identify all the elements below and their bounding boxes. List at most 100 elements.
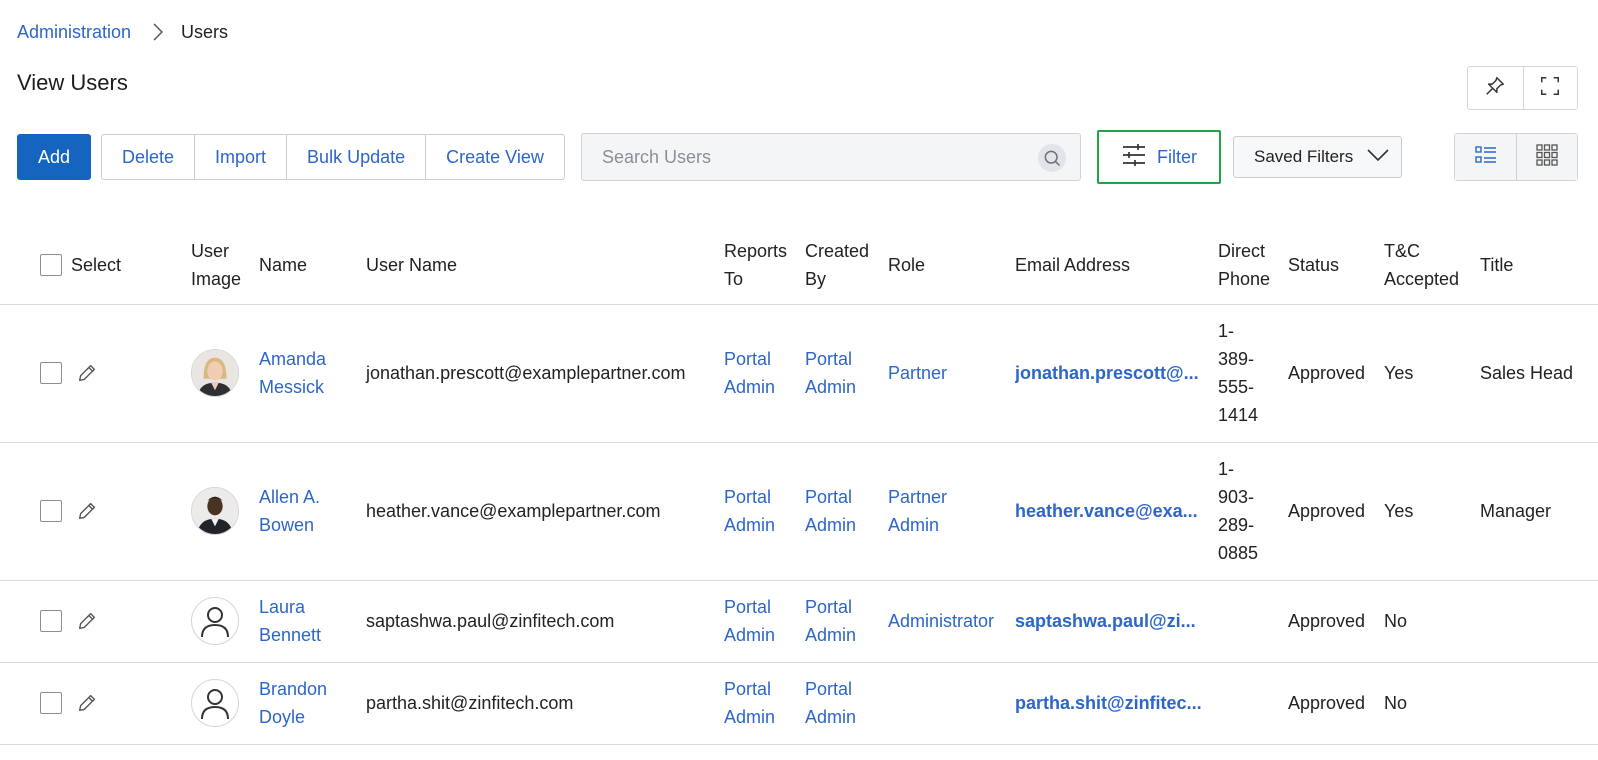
delete-button[interactable]: Delete [102, 135, 194, 179]
header-direct-phone: Direct Phone [1218, 226, 1288, 305]
edit-pencil-icon[interactable] [76, 692, 98, 714]
cell-tc-accepted: No [1384, 580, 1480, 663]
email-link[interactable]: saptashwa.paul@zi... [1015, 607, 1203, 635]
cell-title [1480, 662, 1598, 745]
view-mode-toggle [1454, 133, 1578, 181]
created-by-link[interactable]: Portal Admin [805, 597, 856, 645]
select-all-checkbox[interactable] [40, 253, 62, 276]
cell-direct-phone: 1- 389- 555- 1414 [1218, 304, 1288, 443]
email-link[interactable]: partha.shit@zinfitec... [1015, 689, 1203, 717]
edit-pencil-icon[interactable] [76, 500, 98, 522]
header-title: Title [1480, 226, 1598, 305]
cell-tc-accepted: No [1384, 662, 1480, 745]
search-input[interactable] [582, 134, 1012, 180]
created-by-link[interactable]: Portal Admin [805, 679, 856, 727]
chevron-right-icon [153, 23, 164, 41]
page-title: View Users [17, 70, 128, 95]
search-box [581, 133, 1081, 181]
pin-button[interactable] [1468, 67, 1523, 109]
header-user-name: User Name [366, 226, 724, 305]
edit-pencil-icon[interactable] [76, 362, 98, 384]
table-row: Amanda Messick jonathan.prescott@examplep… [0, 304, 1598, 443]
row-checkbox[interactable] [40, 692, 62, 714]
header-reports-to: Reports To [724, 226, 805, 305]
cell-role [888, 662, 1015, 745]
header-user-image: User Image [191, 226, 259, 305]
user-name-link[interactable]: Brandon Doyle [259, 679, 327, 727]
cell-status: Approved [1288, 304, 1384, 443]
user-name-link[interactable]: Amanda Messick [259, 349, 326, 397]
email-link[interactable]: jonathan.prescott@... [1015, 359, 1203, 387]
breadcrumb-current: Users [181, 21, 229, 42]
list-view-button[interactable] [1455, 134, 1516, 180]
created-by-link[interactable]: Portal Admin [805, 487, 856, 535]
filter-label: Filter [1157, 146, 1197, 167]
row-checkbox[interactable] [40, 610, 62, 632]
user-name-link[interactable]: Laura Bennett [259, 597, 321, 645]
created-by-link[interactable]: Portal Admin [805, 349, 856, 397]
bulk-update-button[interactable]: Bulk Update [286, 135, 425, 179]
import-button[interactable]: Import [194, 135, 286, 179]
saved-filters-dropdown[interactable]: Saved Filters [1233, 136, 1402, 178]
cell-tc-accepted: Yes [1384, 442, 1480, 581]
cell-status: Approved [1288, 662, 1384, 745]
edit-pencil-icon[interactable] [76, 610, 98, 632]
cell-title [1480, 580, 1598, 663]
table-row: Allen A. Bowen heather.vance@examplepartn… [0, 442, 1598, 581]
cell-direct-phone [1218, 662, 1288, 745]
breadcrumb: Administration Users [17, 20, 228, 44]
header-name: Name [259, 226, 366, 305]
header-select: Select [0, 226, 191, 305]
list-view-icon [1474, 145, 1497, 170]
create-view-button[interactable]: Create View [425, 135, 564, 179]
cell-direct-phone [1218, 580, 1288, 663]
filter-button[interactable]: Filter [1097, 130, 1221, 184]
reports-to-link[interactable]: Portal Admin [724, 679, 775, 727]
cell-user-name: saptashwa.paul@zinfitech.com [366, 580, 724, 663]
table-header-row: Select User Image Name User Name Reports T… [0, 226, 1598, 305]
reports-to-link[interactable]: Portal Admin [724, 597, 775, 645]
add-button[interactable]: Add [17, 134, 91, 180]
grid-view-button[interactable] [1516, 134, 1577, 180]
cell-user-name: jonathan.prescott@examplepartner.com [366, 304, 724, 443]
header-created-by: Created By [805, 226, 888, 305]
chevron-down-icon [1367, 147, 1389, 167]
cell-user-name: partha.shit@zinfitech.com [366, 662, 724, 745]
row-checkbox[interactable] [40, 500, 62, 522]
users-table: Select User Image Name User Name Reports T… [0, 226, 1598, 745]
role-link[interactable]: Partner [888, 363, 947, 383]
header-tc-accepted: T&C Accepted [1384, 226, 1480, 305]
header-email: Email Address [1015, 226, 1218, 305]
reports-to-link[interactable]: Portal Admin [724, 349, 775, 397]
cell-direct-phone: 1- 903- 289- 0885 [1218, 442, 1288, 581]
filter-sliders-icon [1121, 143, 1147, 172]
cell-user-name: heather.vance@examplepartner.com [366, 442, 724, 581]
cell-tc-accepted: Yes [1384, 304, 1480, 443]
fullscreen-icon [1539, 75, 1561, 102]
role-link[interactable]: Partner Admin [888, 487, 947, 535]
cell-title: Sales Head [1480, 304, 1598, 443]
view-actions-group [1467, 66, 1578, 110]
table-row: Laura Bennett saptashwa.paul@zinfitech.co… [0, 580, 1598, 663]
email-link[interactable]: heather.vance@exa... [1015, 497, 1203, 525]
table-row: Brandon Doyle partha.shit@zinfitech.com P… [0, 662, 1598, 745]
avatar-photo-woman [191, 349, 239, 397]
role-link[interactable]: Administrator [888, 611, 994, 631]
action-button-group: Delete Import Bulk Update Create View [101, 134, 565, 180]
pin-icon [1484, 75, 1506, 102]
user-name-link[interactable]: Allen A. Bowen [259, 487, 320, 535]
row-checkbox[interactable] [40, 362, 62, 384]
grid-view-icon [1536, 143, 1558, 171]
reports-to-link[interactable]: Portal Admin [724, 487, 775, 535]
default-user-icon [191, 597, 239, 645]
fullscreen-button[interactable] [1522, 67, 1578, 109]
header-status: Status [1288, 226, 1384, 305]
saved-filters-label: Saved Filters [1254, 147, 1354, 166]
cell-status: Approved [1288, 442, 1384, 581]
breadcrumb-administration-link[interactable]: Administration [17, 22, 131, 43]
cell-status: Approved [1288, 580, 1384, 663]
cell-title: Manager [1480, 442, 1598, 581]
search-icon[interactable] [1038, 144, 1066, 172]
default-user-icon [191, 679, 239, 727]
header-select-label: Select [71, 254, 122, 275]
